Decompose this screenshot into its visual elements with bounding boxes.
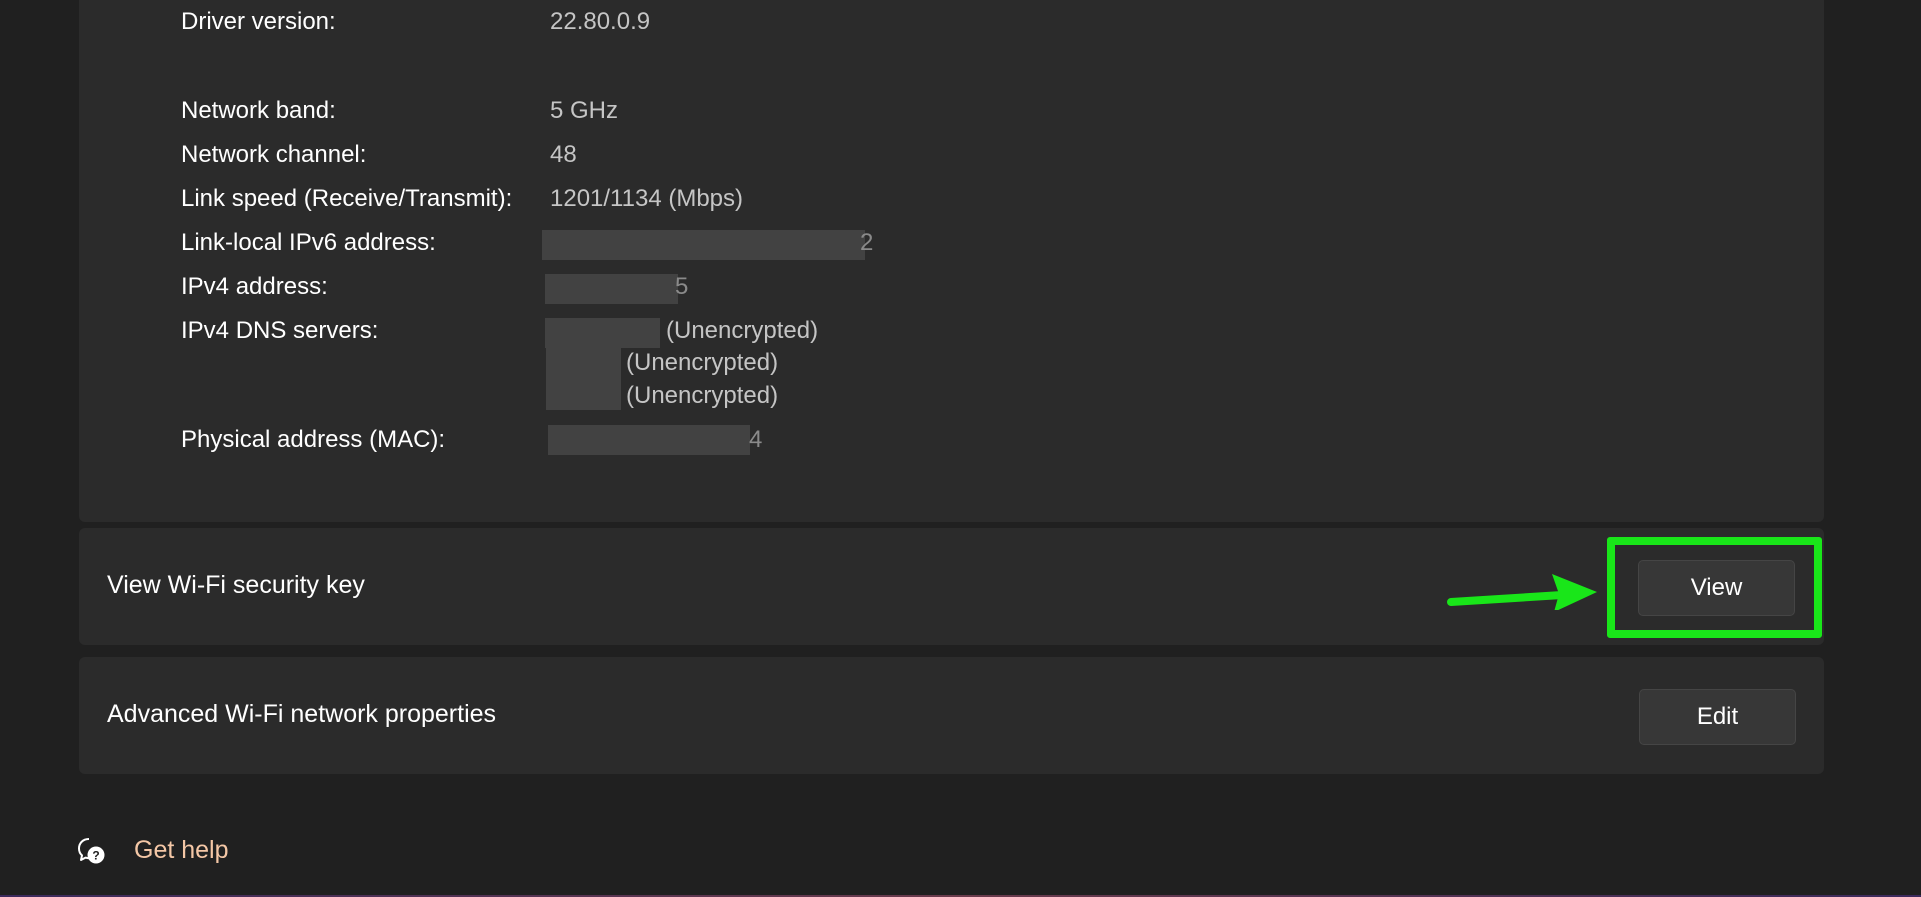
ipv4-value-tail: 5 [675, 273, 689, 300]
advanced-properties-card: Advanced Wi-Fi network properties [79, 657, 1824, 774]
network-channel-value: 48 [550, 141, 577, 168]
link-speed-label: Link speed (Receive/Transmit): [181, 185, 513, 212]
dns-servers-label: IPv4 DNS servers: [181, 317, 379, 344]
highlight-box [1607, 537, 1822, 638]
ipv4-label: IPv4 address: [181, 273, 328, 300]
svg-text:?: ? [92, 849, 99, 863]
mac-value-tail: 4 [749, 426, 763, 453]
ipv6-redaction [542, 230, 865, 260]
dns-2-3-redaction [546, 348, 621, 410]
dns-2-encryption: (Unencrypted) [626, 349, 779, 376]
driver-version-label: Driver version: [181, 8, 336, 35]
help-chat-icon[interactable]: ? [76, 836, 106, 866]
ipv4-redaction [545, 274, 678, 304]
ipv6-label: Link-local IPv6 address: [181, 229, 436, 256]
get-help-link[interactable]: Get help [134, 836, 229, 865]
dns-1-redaction [545, 318, 660, 348]
advanced-properties-label: Advanced Wi-Fi network properties [107, 700, 497, 728]
ipv6-value-tail: 2 [860, 229, 874, 256]
mac-address-label: Physical address (MAC): [181, 426, 446, 453]
dns-3-encryption: (Unencrypted) [626, 382, 779, 409]
link-speed-value: 1201/1134 (Mbps) [550, 185, 744, 212]
network-band-value: 5 GHz [550, 97, 619, 124]
arrow-annotation-icon [1447, 574, 1597, 610]
security-key-label: View Wi-Fi security key [107, 571, 365, 599]
driver-version-value: 22.80.0.9 [550, 8, 651, 35]
network-band-label: Network band: [181, 97, 336, 124]
network-channel-label: Network channel: [181, 141, 367, 168]
dns-1-encryption: (Unencrypted) [666, 317, 819, 344]
mac-redaction [548, 425, 750, 455]
edit-advanced-properties-button[interactable]: Edit [1639, 689, 1796, 745]
